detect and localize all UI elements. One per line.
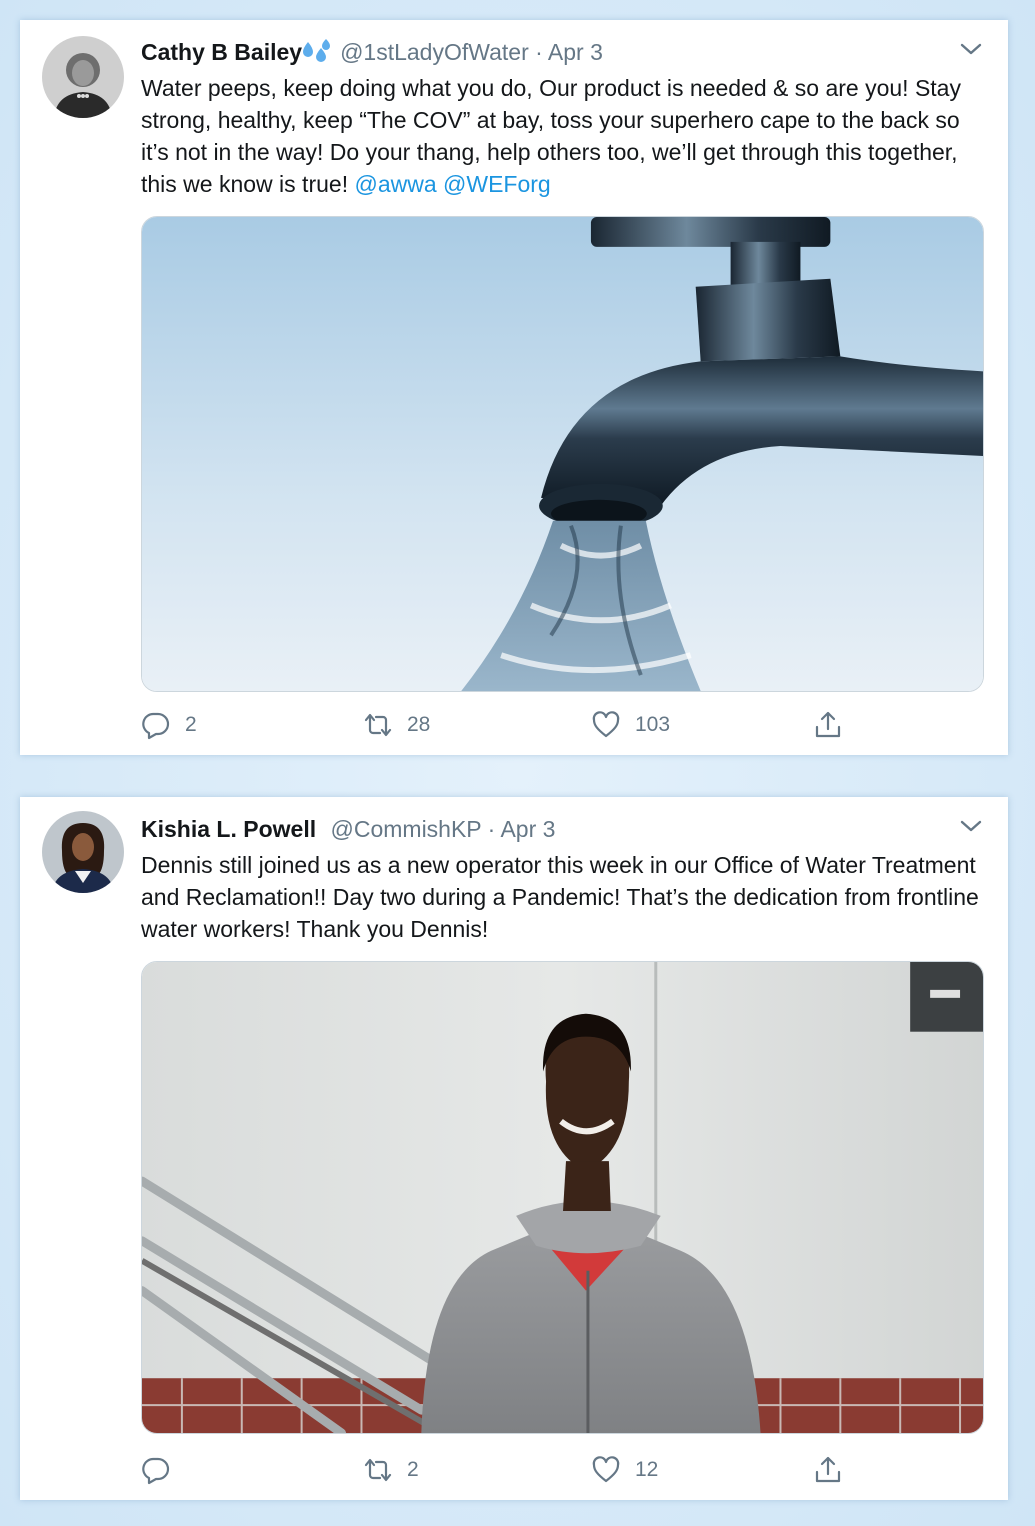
avatar-photo	[42, 811, 124, 893]
reply-count: 2	[185, 713, 197, 736]
chevron-down-icon[interactable]	[958, 815, 984, 837]
share-icon	[815, 711, 841, 738]
reply-icon	[142, 712, 170, 740]
tweet-media-image[interactable]	[141, 216, 984, 692]
author-handle[interactable]: @CommishKP	[331, 816, 482, 842]
reply-button[interactable]: 2	[141, 709, 197, 741]
tweet-card[interactable]: Cathy B Bailey @1stLadyOfWater · Apr 3 W…	[20, 20, 1008, 755]
like-button[interactable]: 103	[591, 709, 670, 741]
avatar[interactable]	[42, 36, 124, 118]
separator: ·	[535, 39, 543, 65]
retweet-button[interactable]: 28	[363, 709, 430, 741]
tweet-media-image[interactable]	[141, 961, 984, 1434]
tweet-actions: 2 12	[141, 1454, 984, 1486]
tweet-date[interactable]: Apr 3	[548, 39, 603, 65]
mention-link[interactable]: @awwa	[354, 171, 436, 197]
chevron-down-icon[interactable]	[958, 38, 984, 60]
retweet-count: 28	[407, 713, 431, 736]
like-count: 12	[635, 1458, 659, 1481]
tweet-header: Kishia L. Powell @CommishKP · Apr 3	[141, 814, 948, 844]
tweet-header: Cathy B Bailey @1stLadyOfWater · Apr 3	[141, 37, 948, 67]
tweet-card[interactable]: Kishia L. Powell @CommishKP · Apr 3 Denn…	[20, 797, 1008, 1500]
author-name[interactable]: Kishia L. Powell	[141, 816, 316, 842]
share-icon	[815, 1456, 841, 1483]
share-button[interactable]	[813, 1454, 857, 1486]
tweet-text-content: Dennis still joined us as a new operator…	[141, 852, 979, 942]
like-button[interactable]: 12	[591, 1454, 658, 1486]
author-handle[interactable]: @1stLadyOfWater	[340, 39, 529, 65]
share-button[interactable]	[813, 709, 857, 741]
man-in-grey-hoodie-photo	[142, 962, 983, 1433]
retweet-button[interactable]: 2	[363, 1454, 419, 1486]
separator: ·	[487, 816, 496, 842]
avatar[interactable]	[42, 811, 124, 893]
tweet-text-content: Water peeps, keep doing what you do, Our…	[141, 75, 961, 197]
sweat-droplets-icon	[303, 39, 331, 62]
heart-icon	[592, 1456, 620, 1483]
tweet-text: Water peeps, keep doing what you do, Our…	[141, 72, 984, 200]
retweet-icon	[364, 713, 392, 737]
tweet-date[interactable]: Apr 3	[500, 816, 555, 842]
author-name[interactable]: Cathy B Bailey	[141, 39, 302, 65]
like-count: 103	[635, 713, 671, 736]
tweet-text: Dennis still joined us as a new operator…	[141, 849, 984, 945]
heart-icon	[592, 711, 620, 738]
tweet-actions: 2 28 103	[141, 709, 984, 741]
reply-icon	[142, 1457, 170, 1485]
reply-button[interactable]	[141, 1454, 185, 1486]
avatar-photo	[42, 36, 124, 118]
water-faucet-photo	[142, 217, 983, 691]
mention-link[interactable]: @WEForg	[443, 171, 551, 197]
retweet-icon	[364, 1458, 392, 1482]
retweet-count: 2	[407, 1458, 419, 1481]
